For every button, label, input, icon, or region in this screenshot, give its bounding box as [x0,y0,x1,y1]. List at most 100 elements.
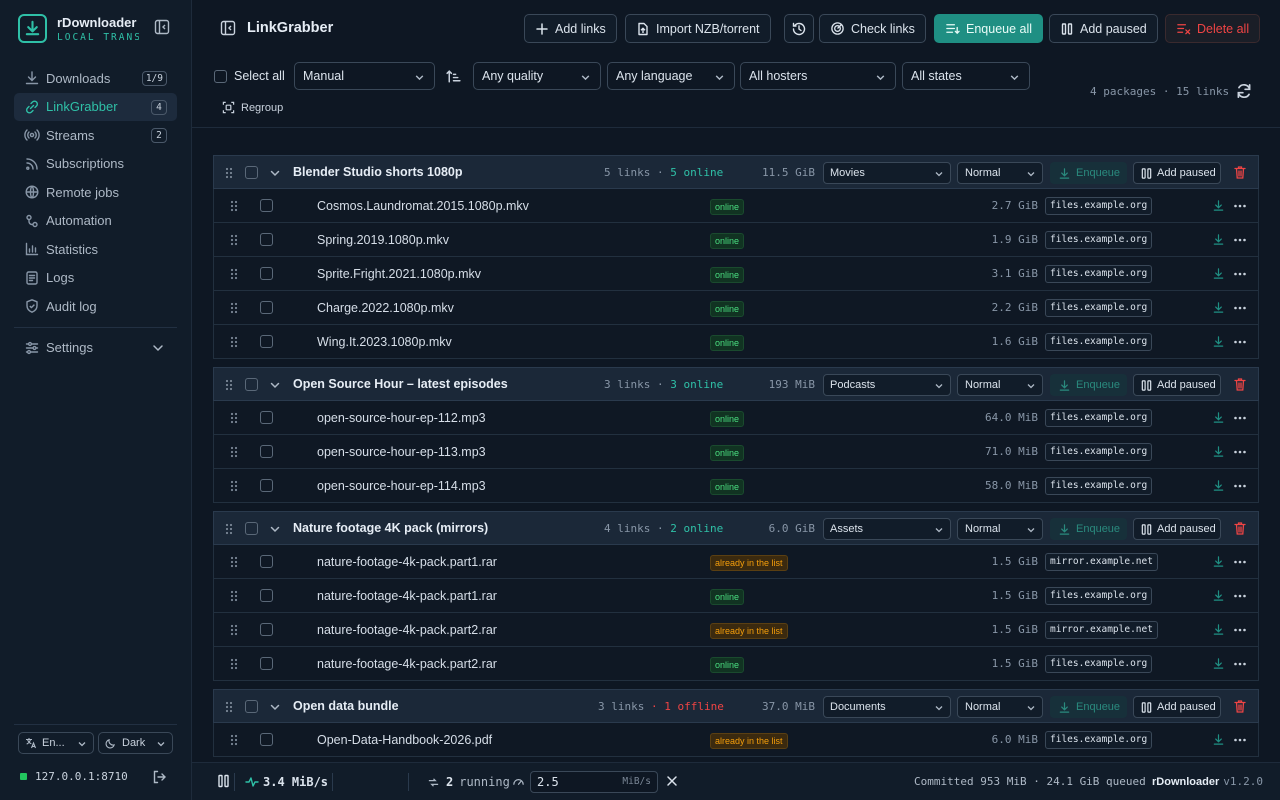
priority-select[interactable]: Normal [957,696,1043,718]
download-icon[interactable] [1212,411,1225,424]
more-options-icon[interactable] [1233,623,1247,637]
link-checkbox[interactable] [260,445,273,458]
sidebar-item-linkgrabber[interactable]: LinkGrabber 4 [14,92,177,121]
expand-caret-icon[interactable] [269,167,281,179]
drag-handle-icon[interactable] [230,446,238,458]
package-row[interactable]: Blender Studio shorts 1080p 5 links · 5 o… [213,155,1259,189]
category-select[interactable]: Documents [823,696,951,718]
sidebar-item-audit-log[interactable]: Audit log [14,292,177,321]
link-checkbox[interactable] [260,657,273,670]
pause-all-icon[interactable] [217,774,230,788]
package-checkbox[interactable] [245,522,258,535]
link-checkbox[interactable] [260,199,273,212]
drag-handle-icon[interactable] [230,268,238,280]
sidebar-item-streams[interactable]: Streams 2 [14,121,177,150]
link-row[interactable]: Sprite.Fright.2021.1080p.mkv online 3.1 Gi… [213,257,1259,291]
more-options-icon[interactable] [1233,479,1247,493]
more-options-icon[interactable] [1233,199,1247,213]
add-paused-package-button[interactable]: Add paused [1133,518,1221,540]
more-options-icon[interactable] [1233,555,1247,569]
link-checkbox[interactable] [260,555,273,568]
link-checkbox[interactable] [260,267,273,280]
import-button[interactable]: Import NZB/torrent [625,14,771,43]
drag-handle-icon[interactable] [225,167,233,179]
select-all-checkbox[interactable] [214,70,227,83]
priority-select[interactable]: Normal [957,162,1043,184]
trash-icon[interactable] [1233,699,1247,714]
download-icon[interactable] [1212,267,1225,280]
download-icon[interactable] [1212,233,1225,246]
download-icon[interactable] [1212,445,1225,458]
more-options-icon[interactable] [1233,411,1247,425]
link-row[interactable]: open-source-hour-ep-114.mp3 online 58.0 Mi… [213,469,1259,503]
package-checkbox[interactable] [245,700,258,713]
drag-handle-icon[interactable] [225,379,233,391]
sort-direction-icon[interactable] [445,68,462,85]
link-row[interactable]: open-source-hour-ep-113.mp3 online 71.0 Mi… [213,435,1259,469]
category-select[interactable]: Movies [823,162,951,184]
package-row[interactable]: Open data bundle 3 links · 1 offline 37.0 … [213,689,1259,723]
download-icon[interactable] [1212,623,1225,636]
link-checkbox[interactable] [260,301,273,314]
drag-handle-icon[interactable] [225,523,233,535]
sidebar-item-remote-jobs[interactable]: Remote jobs [14,178,177,207]
add-paused-package-button[interactable]: Add paused [1133,696,1221,718]
drag-handle-icon[interactable] [230,658,238,670]
link-row[interactable]: nature-footage-4k-pack.part1.rar online 1.… [213,579,1259,613]
link-row[interactable]: nature-footage-4k-pack.part2.rar online 1.… [213,647,1259,681]
sort-select[interactable]: Manual [294,62,435,90]
speed-limit-input[interactable]: 2.5 MiB/s [530,771,658,793]
link-row[interactable]: nature-footage-4k-pack.part1.rar already … [213,545,1259,579]
state-filter[interactable]: All states [902,62,1030,90]
category-select[interactable]: Podcasts [823,374,951,396]
drag-handle-icon[interactable] [230,624,238,636]
logout-icon[interactable] [151,769,167,785]
more-options-icon[interactable] [1233,233,1247,247]
refresh-icon[interactable] [1235,82,1253,100]
expand-caret-icon[interactable] [269,701,281,713]
more-options-icon[interactable] [1233,733,1247,747]
download-icon[interactable] [1212,733,1225,746]
download-icon[interactable] [1212,301,1225,314]
link-row[interactable]: nature-footage-4k-pack.part2.rar already … [213,613,1259,647]
sidebar-item-settings[interactable]: Settings [14,334,177,363]
language-select[interactable]: En... [18,732,94,754]
theme-select[interactable]: Dark [98,732,173,754]
link-row[interactable]: Cosmos.Laundromat.2015.1080p.mkv online 2.… [213,189,1259,223]
drag-handle-icon[interactable] [230,200,238,212]
link-row[interactable]: Wing.It.2023.1080p.mkv online 1.6 GiB files… [213,325,1259,359]
sidebar-toggle-icon[interactable] [220,20,236,36]
drag-handle-icon[interactable] [230,590,238,602]
regroup-button[interactable]: Regroup [222,101,283,114]
expand-caret-icon[interactable] [269,379,281,391]
more-options-icon[interactable] [1233,589,1247,603]
package-checkbox[interactable] [245,378,258,391]
link-row[interactable]: Spring.2019.1080p.mkv online 1.9 GiB files.… [213,223,1259,257]
drag-handle-icon[interactable] [225,701,233,713]
download-icon[interactable] [1212,479,1225,492]
more-options-icon[interactable] [1233,301,1247,315]
drag-handle-icon[interactable] [230,412,238,424]
more-options-icon[interactable] [1233,445,1247,459]
priority-select[interactable]: Normal [957,518,1043,540]
history-button[interactable] [784,14,814,43]
more-options-icon[interactable] [1233,267,1247,281]
add-links-button[interactable]: Add links [524,14,617,43]
more-options-icon[interactable] [1233,657,1247,671]
check-links-button[interactable]: Check links [819,14,926,43]
drag-handle-icon[interactable] [230,336,238,348]
package-row[interactable]: Open Source Hour – latest episodes 3 link… [213,367,1259,401]
download-icon[interactable] [1212,199,1225,212]
link-row[interactable]: Charge.2022.1080p.mkv online 2.2 GiB files.… [213,291,1259,325]
link-row[interactable]: Open-Data-Handbook-2026.pdf already in th… [213,723,1259,757]
link-checkbox[interactable] [260,589,273,602]
drag-handle-icon[interactable] [230,734,238,746]
trash-icon[interactable] [1233,377,1247,392]
download-icon[interactable] [1212,555,1225,568]
drag-handle-icon[interactable] [230,556,238,568]
language-filter[interactable]: Any language [607,62,735,90]
expand-caret-icon[interactable] [269,523,281,535]
link-checkbox[interactable] [260,411,273,424]
sidebar-item-statistics[interactable]: Statistics [14,235,177,264]
link-checkbox[interactable] [260,479,273,492]
